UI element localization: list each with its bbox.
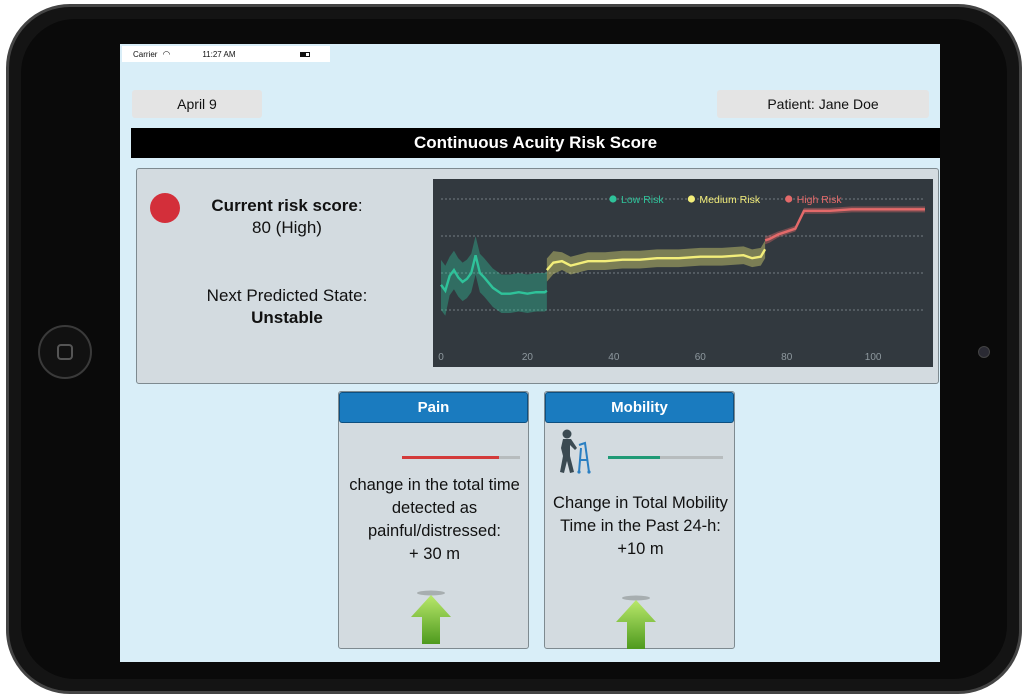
legend-label: Medium Risk [699, 194, 760, 206]
legend-marker [687, 195, 695, 203]
home-button[interactable] [38, 325, 92, 379]
predicted-state-label: Next Predicted State: [206, 286, 368, 305]
pain-card: Pain change in the total time detected a… [338, 391, 529, 649]
date-button[interactable]: April 9 [132, 90, 262, 118]
pain-level-fill [402, 456, 499, 459]
risk-chart: 0 20 40 60 80 100 Low Risk Medium Risk High Risk [433, 179, 933, 367]
page-title: Continuous Acuity Risk Score [131, 128, 940, 158]
legend-marker [785, 195, 793, 203]
status-bar: Carrier ◠ 11:27 AM [122, 46, 330, 62]
walker-icon [560, 429, 591, 474]
carrier-label: Carrier [133, 49, 158, 59]
trend-up-arrow-icon [616, 595, 656, 649]
risk-score-colon: : [357, 196, 363, 215]
risk-status-indicator [150, 193, 180, 223]
wifi-icon: ◠ [162, 48, 171, 59]
x-tick-label: 60 [695, 352, 707, 363]
pain-level-bar [402, 456, 520, 459]
pain-value: + 30 m [409, 545, 460, 563]
mobility-text: Change in Total Mobility Time in the Pas… [553, 494, 728, 535]
legend-marker [609, 195, 617, 203]
mobility-value: +10 m [617, 540, 664, 558]
predicted-state: Next Predicted State: Unstable [187, 285, 387, 329]
camera-lens [978, 346, 990, 358]
risk-score-value: 80 (High) [252, 218, 322, 237]
patient-button[interactable]: Patient: Jane Doe [717, 90, 929, 118]
mobility-card: Mobility Change in Total Mobility Time i… [544, 391, 735, 649]
x-tick-label: 0 [438, 352, 444, 363]
risk-chart-svg: 0 20 40 60 80 100 Low Risk Medium Risk High Risk [433, 179, 933, 367]
pain-card-title[interactable]: Pain [339, 392, 528, 423]
x-tick-label: 40 [608, 352, 620, 363]
battery-icon [299, 51, 310, 57]
risk-panel: Current risk score: 80 (High) Next Predi… [136, 168, 939, 384]
home-icon [57, 344, 73, 360]
predicted-state-value: Unstable [251, 308, 323, 327]
mobility-card-title[interactable]: Mobility [545, 392, 734, 423]
trend-up-arrow-icon [411, 590, 451, 644]
mobility-level-bar [608, 456, 723, 459]
mobility-level-fill [608, 456, 660, 459]
pain-text: change in the total time detected as pai… [349, 476, 520, 540]
pain-description: change in the total time detected as pai… [345, 474, 524, 566]
x-tick-label: 20 [522, 352, 534, 363]
risk-score-label: Current risk score [211, 196, 358, 215]
app-screen: Carrier ◠ 11:27 AM April 9 Patient: Jane… [120, 44, 940, 662]
x-tick-label: 80 [781, 352, 793, 363]
legend-label: High Risk [797, 194, 843, 206]
status-time: 11:27 AM [202, 49, 236, 59]
mobility-description: Change in Total Mobility Time in the Pas… [551, 492, 730, 561]
risk-score: Current risk score: 80 (High) [187, 195, 387, 239]
legend-label: Low Risk [621, 194, 664, 206]
x-tick-label: 100 [865, 352, 882, 363]
